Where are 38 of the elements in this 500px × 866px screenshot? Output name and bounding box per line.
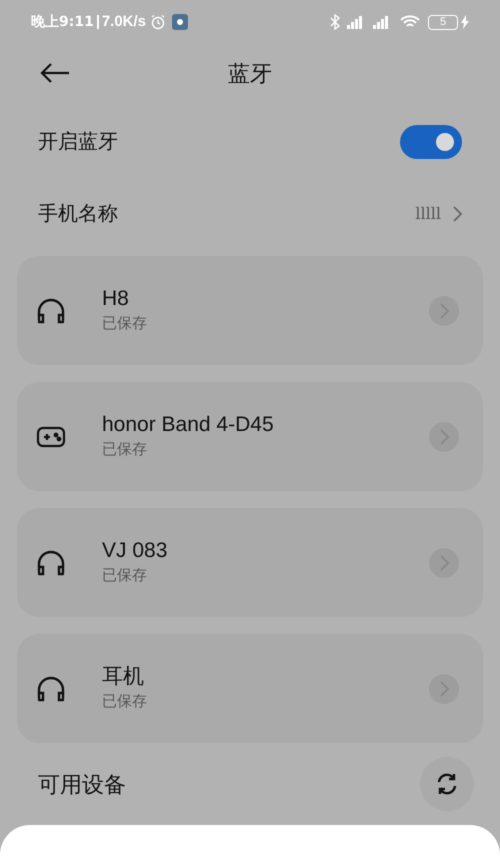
charging-icon bbox=[461, 15, 469, 29]
device-status: 已保存 bbox=[102, 314, 148, 334]
settings-icon bbox=[172, 14, 188, 30]
bluetooth-switch[interactable] bbox=[400, 125, 462, 159]
device-name: VJ 083 bbox=[102, 538, 168, 564]
device-status: 已保存 bbox=[102, 440, 148, 460]
network-speed: 7.0K/s bbox=[102, 12, 146, 32]
device-name: H8 bbox=[102, 286, 130, 312]
signal-icon bbox=[346, 14, 364, 30]
details-button[interactable] bbox=[429, 674, 459, 704]
details-button[interactable] bbox=[429, 296, 459, 326]
status-time: 晚上9:11 bbox=[31, 12, 94, 32]
chevron-icon bbox=[453, 206, 462, 222]
back-arrow-icon bbox=[40, 63, 70, 83]
page-title: 蓝牙 bbox=[228, 60, 272, 88]
device-card[interactable]: 耳机 已保存 bbox=[17, 634, 483, 743]
battery-level: 5 bbox=[440, 16, 446, 28]
details-button[interactable] bbox=[429, 422, 459, 452]
headphones-icon bbox=[36, 298, 66, 324]
headphones-icon bbox=[36, 676, 66, 702]
setting-label: 开启蓝牙 bbox=[38, 130, 119, 155]
device-card[interactable]: honor Band 4-D45 已保存 bbox=[17, 382, 483, 491]
device-status: 已保存 bbox=[102, 566, 148, 586]
bluetooth-icon bbox=[330, 14, 340, 30]
signal-icon bbox=[372, 14, 390, 30]
device-name: 耳机 bbox=[102, 664, 145, 690]
details-button[interactable] bbox=[429, 548, 459, 578]
headphones-icon bbox=[36, 550, 66, 576]
gamepad-icon bbox=[36, 424, 66, 448]
section-title: 可用设备 bbox=[38, 770, 127, 798]
refresh-icon bbox=[435, 772, 459, 796]
device-card[interactable]: VJ 083 已保存 bbox=[17, 508, 483, 617]
setting-label: 手机名称 bbox=[38, 202, 119, 227]
device-name: honor Band 4-D45 bbox=[102, 412, 275, 438]
alarm-icon bbox=[150, 14, 166, 30]
phone-name-value: lllll bbox=[415, 203, 441, 225]
device-card[interactable]: H8 已保存 bbox=[17, 256, 483, 365]
device-status: 已保存 bbox=[102, 692, 148, 712]
